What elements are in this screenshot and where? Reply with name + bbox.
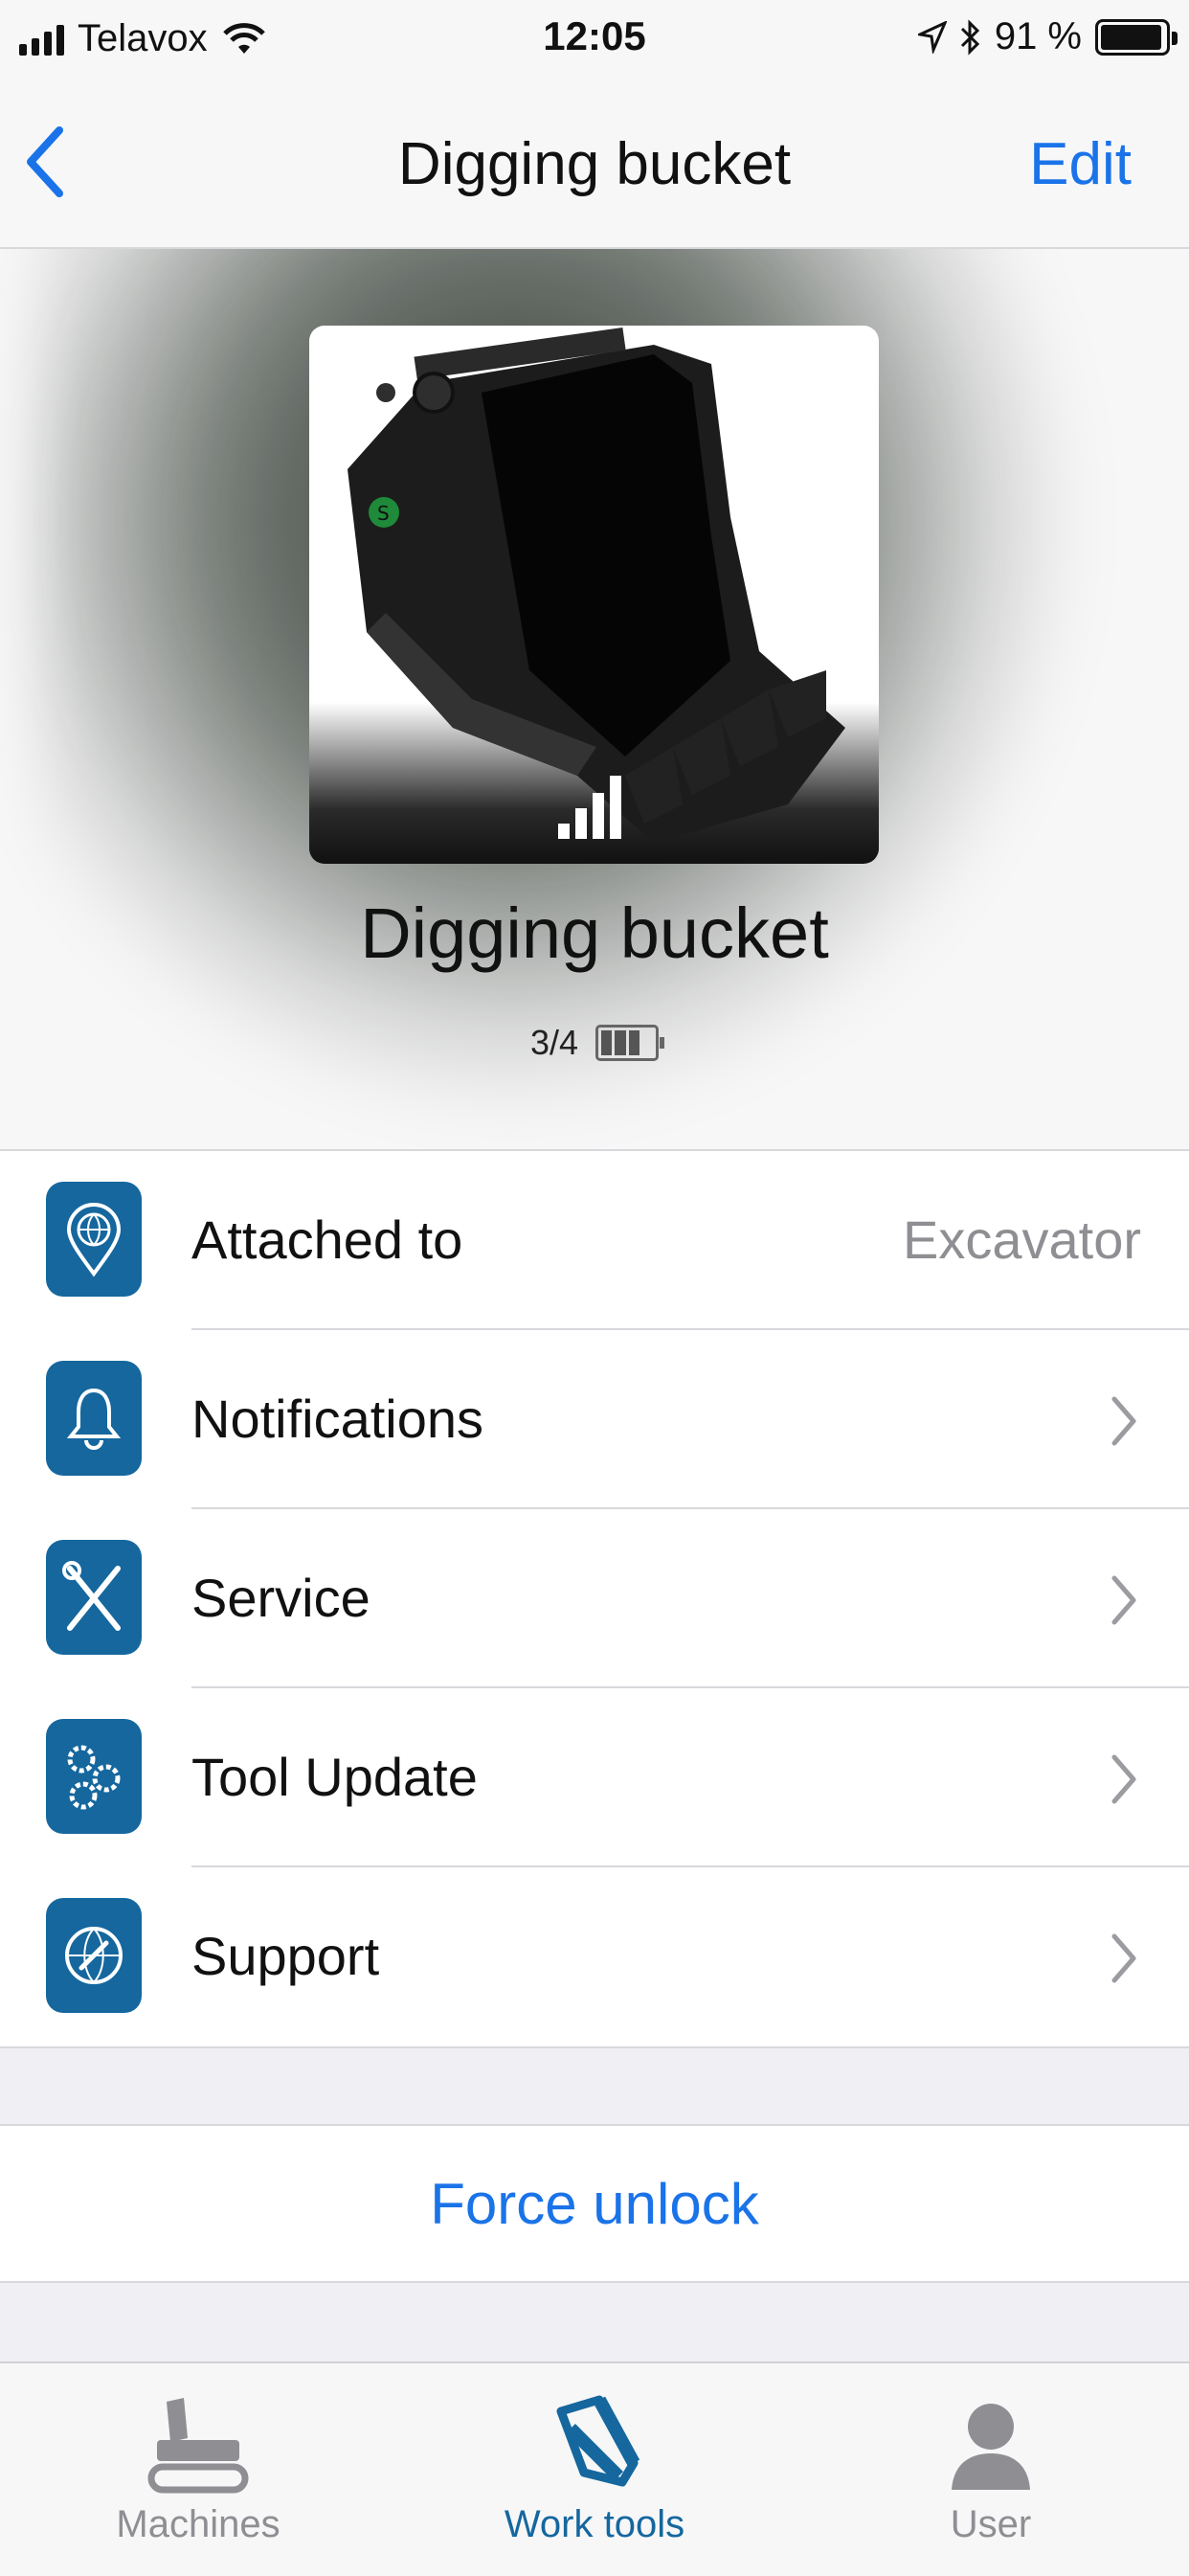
support-globe-icon (46, 1898, 142, 2013)
tab-bar: Machines Work tools User (0, 2361, 1189, 2576)
chevron-right-icon (1111, 1396, 1136, 1446)
list-item-support[interactable]: Support (0, 1867, 1189, 2046)
gears-icon (46, 1719, 142, 1834)
list-item-label: Notifications (191, 1389, 484, 1449)
tab-label: User (950, 2503, 1032, 2545)
tool-battery-level: 3/4 (529, 1023, 579, 1062)
edit-button[interactable]: Edit (1029, 130, 1132, 198)
force-unlock-row: Force unlock (0, 2124, 1189, 2283)
excavator-icon (147, 2398, 249, 2494)
list-item-label: Tool Update (191, 1747, 478, 1807)
battery-percentage: 91 % (994, 15, 1082, 57)
list-item-service[interactable]: Service (0, 1509, 1189, 1688)
wrench-screwdriver-icon (46, 1540, 142, 1655)
tab-machines[interactable]: Machines (0, 2363, 396, 2576)
tab-user[interactable]: User (793, 2363, 1189, 2576)
tool-header: S Digging bucket 3/4 (0, 249, 1189, 1151)
force-unlock-button[interactable]: Force unlock (430, 2171, 758, 2237)
svg-text:S: S (377, 502, 390, 525)
attached-machine-value: Excavator (903, 1209, 1141, 1270)
list-item-label: Attached to (191, 1209, 463, 1270)
user-icon (952, 2404, 1030, 2490)
chevron-right-icon (1111, 1933, 1136, 1983)
tool-settings-list: Attached to Excavator Notifications Serv… (0, 1151, 1189, 2048)
tool-name: Digging bucket (360, 893, 829, 973)
bucket-icon (556, 2395, 640, 2487)
chevron-right-icon (1111, 1575, 1136, 1625)
tab-label: Machines (116, 2503, 280, 2545)
list-item-tool-update[interactable]: Tool Update (0, 1688, 1189, 1867)
status-bar: Telavox 12:05 91 % (0, 0, 1189, 82)
list-item-label: Service (191, 1568, 370, 1628)
location-globe-icon (46, 1182, 142, 1297)
tool-signal-icon (558, 776, 621, 839)
bell-icon (46, 1361, 142, 1476)
list-item-notifications[interactable]: Notifications (0, 1330, 1189, 1509)
tool-battery-icon (595, 1025, 665, 1061)
location-arrow-icon (917, 20, 947, 54)
status-right: 91 % (917, 15, 1178, 58)
chevron-right-icon (1111, 1754, 1136, 1804)
tab-label: Work tools (504, 2503, 685, 2545)
navigation-bar: Digging bucket Edit (0, 82, 1189, 249)
list-item-attached-to[interactable]: Attached to Excavator (0, 1151, 1189, 1330)
list-item-label: Support (191, 1926, 380, 1986)
tool-battery-status: 3/4 (0, 1023, 1189, 1063)
bluetooth-icon (960, 18, 979, 56)
page-title: Digging bucket (397, 131, 792, 197)
tab-work-tools[interactable]: Work tools (396, 2363, 793, 2576)
battery-icon (1095, 18, 1178, 56)
tool-image: S (309, 326, 879, 864)
